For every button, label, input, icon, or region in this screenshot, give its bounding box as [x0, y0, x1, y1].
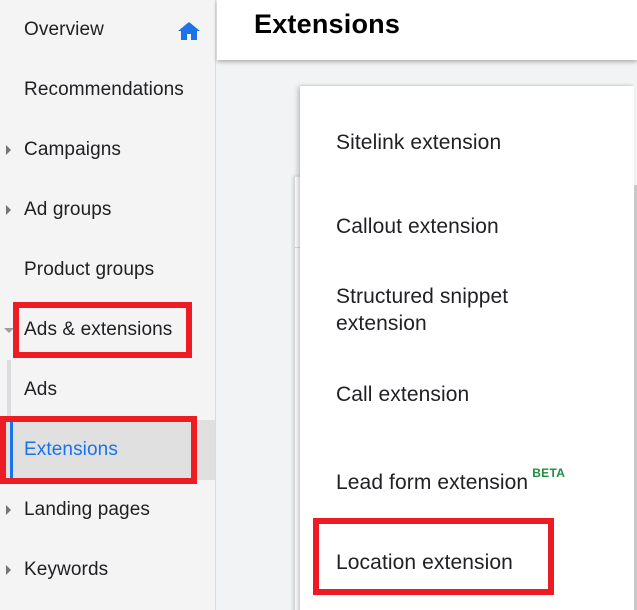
caret-right-icon[interactable] [6, 565, 11, 575]
sidebar-item-extensions[interactable]: Extensions [0, 420, 215, 480]
menu-item-callout-extension[interactable]: Callout extension [300, 198, 634, 254]
sidebar-item-recommendations[interactable]: Recommendations [0, 60, 215, 120]
sidebar-item-overview[interactable]: Overview [0, 0, 215, 60]
menu-item-call-extension[interactable]: Call extension [300, 366, 634, 422]
sidebar-item-label: Keywords [24, 559, 109, 580]
menu-item-location-extension[interactable]: Location extension [300, 534, 634, 590]
caret-right-icon[interactable] [6, 205, 11, 215]
menu-item-label: Location extension [336, 550, 513, 574]
page-title: Extensions [254, 9, 401, 39]
menu-item-label: Lead form extension [336, 471, 529, 494]
active-indicator [10, 420, 13, 480]
page-header: Extensions [217, 0, 637, 60]
menu-item-label: Call extension [336, 382, 470, 406]
sidebar-item-ad-groups[interactable]: Ad groups [0, 180, 215, 240]
sidebar-item-label: Campaigns [24, 139, 122, 160]
caret-right-icon[interactable] [6, 145, 11, 155]
sidebar-item-label: Ad groups [24, 199, 112, 220]
sidebar-item-keywords[interactable]: Keywords [0, 540, 215, 600]
sidebar-item-label: Extensions [24, 439, 118, 460]
menu-item-label: Structured snippet extension [336, 285, 509, 335]
sidebar-item-label: Product groups [24, 259, 155, 280]
google-ads-extensions-page: Overview Recommendations Campaigns Ad gr… [0, 0, 637, 610]
menu-item-structured-snippet-extension[interactable]: Structured snippet extension [300, 278, 634, 342]
sidebar-item-ads-and-extensions[interactable]: Ads & extensions [0, 300, 215, 360]
menu-item-lead-form-extension[interactable]: Lead form extension BETA [300, 450, 634, 506]
sidebar-item-label: Overview [24, 19, 104, 40]
sidebar-nav: Overview Recommendations Campaigns Ad gr… [0, 0, 216, 610]
sidebar-item-landing-pages[interactable]: Landing pages [0, 480, 215, 540]
caret-down-icon[interactable] [4, 327, 14, 333]
extension-type-menu: Sitelink extension Callout extension Str… [300, 86, 634, 610]
menu-item-label: Sitelink extension [336, 130, 502, 154]
sidebar-item-campaigns[interactable]: Campaigns [0, 120, 215, 180]
sidebar-item-label: Ads [24, 379, 58, 400]
home-icon [178, 22, 200, 40]
sidebar-item-label: Landing pages [24, 499, 150, 520]
menu-item-label: Callout extension [336, 214, 499, 238]
menu-item-label-wrap: Lead form extension BETA [336, 460, 565, 496]
caret-right-icon[interactable] [6, 505, 11, 515]
sidebar-item-label: Ads & extensions [24, 319, 173, 340]
sidebar-item-label: Recommendations [24, 79, 184, 100]
sidebar-item-product-groups[interactable]: Product groups [0, 240, 215, 300]
menu-item-sitelink-extension[interactable]: Sitelink extension [300, 114, 634, 170]
beta-badge: BETA [532, 466, 566, 480]
sidebar-item-ads[interactable]: Ads [0, 360, 215, 420]
